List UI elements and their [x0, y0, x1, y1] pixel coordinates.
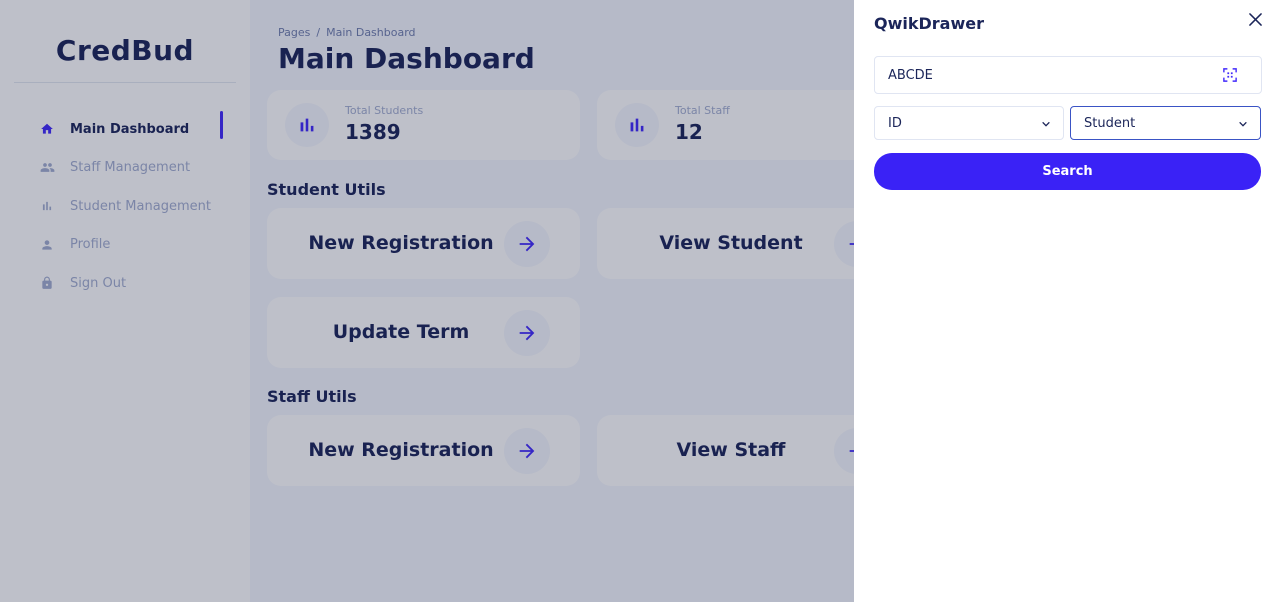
search-button[interactable]: Search	[874, 153, 1261, 190]
qwik-drawer: QwikDrawer ID Student Search	[854, 0, 1280, 602]
qr-scan-icon[interactable]	[1222, 67, 1238, 83]
close-icon[interactable]	[1246, 10, 1264, 28]
id-type-select[interactable]: ID	[874, 106, 1064, 140]
entity-select-value: Student	[1084, 115, 1136, 131]
chevron-down-icon	[1041, 114, 1051, 133]
drawer-backdrop[interactable]	[0, 0, 854, 602]
id-type-select-value: ID	[888, 115, 902, 131]
search-input[interactable]	[874, 56, 1262, 94]
entity-select[interactable]: Student	[1070, 106, 1261, 140]
drawer-title: QwikDrawer	[874, 14, 984, 33]
chevron-down-icon	[1238, 114, 1248, 133]
